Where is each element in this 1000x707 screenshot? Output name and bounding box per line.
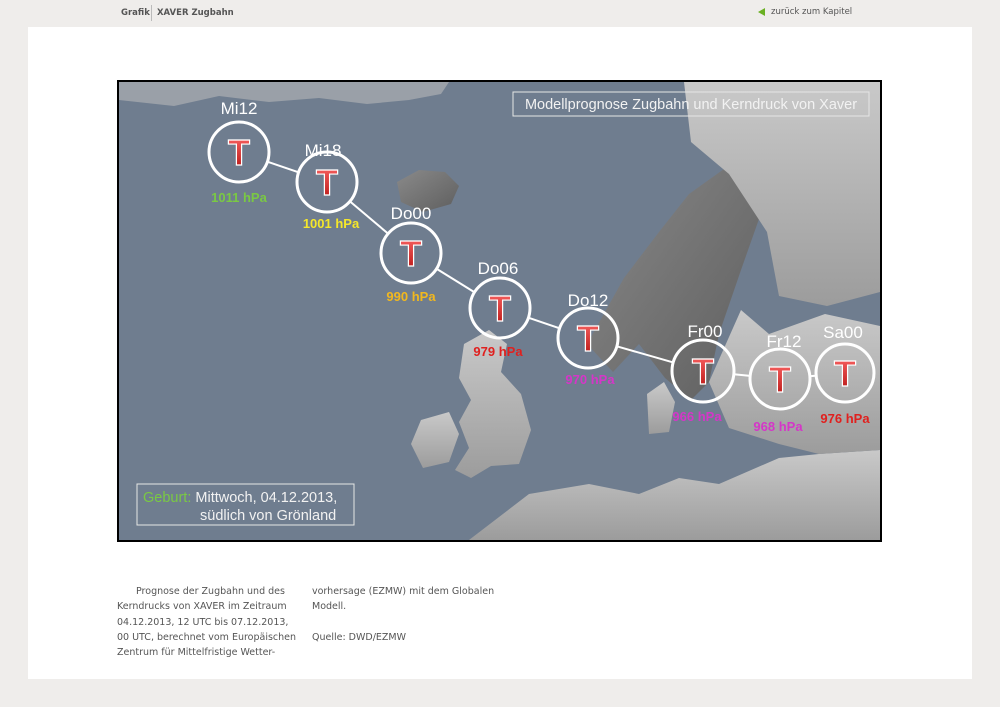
station-time-label: Sa00 xyxy=(823,323,863,342)
station-pressure-label: 990 hPa xyxy=(386,289,436,304)
station-pressure-label: 1011 hPa xyxy=(211,190,267,205)
low-pressure-icon: T xyxy=(692,351,714,392)
station-pressure-label: 966 hPa xyxy=(672,409,722,424)
breadcrumb-divider xyxy=(151,5,152,21)
breadcrumb-section: Grafik xyxy=(121,8,150,18)
low-pressure-icon: T xyxy=(769,359,791,400)
caption-left: Prognose der Zugbahn und des Kerndrucks … xyxy=(117,584,299,660)
map-title: Modellprognose Zugbahn und Kerndruck von… xyxy=(525,97,857,113)
map-svg: Modellprognose Zugbahn und Kerndruck von… xyxy=(119,82,880,540)
low-pressure-icon: T xyxy=(489,288,511,329)
station-time-label: Do06 xyxy=(478,259,519,278)
station-time-label: Do00 xyxy=(391,204,432,223)
station-time-label: Fr12 xyxy=(767,332,802,351)
birth-info-line2: südlich von Grönland xyxy=(200,508,336,524)
low-pressure-icon: T xyxy=(316,162,338,203)
top-bar: Grafik XAVER Zugbahn zurück zum Kapitel xyxy=(0,0,1000,26)
storm-track-map: Modellprognose Zugbahn und Kerndruck von… xyxy=(117,80,882,542)
station-pressure-label: 968 hPa xyxy=(753,419,803,434)
birth-info-line1: Geburt: Mittwoch, 04.12.2013, xyxy=(143,490,337,506)
caption-source: Quelle: DWD/EZMW xyxy=(312,631,407,643)
low-pressure-icon: T xyxy=(834,353,856,394)
caption-right-text: vorhersage (EZMW) mit dem Globalen Model… xyxy=(312,586,495,613)
back-arrow-icon xyxy=(758,8,765,16)
low-pressure-icon: T xyxy=(228,132,250,173)
station-pressure-label: 979 hPa xyxy=(473,344,523,359)
station-time-label: Mi18 xyxy=(305,141,342,160)
station-pressure-label: 970 hPa xyxy=(565,372,615,387)
back-to-chapter-link[interactable]: zurück zum Kapitel xyxy=(758,7,852,17)
station-time-label: Mi12 xyxy=(221,99,258,118)
station-pressure-label: 976 hPa xyxy=(820,411,870,426)
caption-right: vorhersage (EZMW) mit dem Globalen Model… xyxy=(312,584,507,645)
low-pressure-icon: T xyxy=(400,233,422,274)
breadcrumb-title: XAVER Zugbahn xyxy=(157,8,234,18)
station-pressure-label: 1001 hPa xyxy=(303,216,360,231)
back-link-label: zurück zum Kapitel xyxy=(771,7,853,17)
low-pressure-icon: T xyxy=(577,318,599,359)
caption-left-text: Prognose der Zugbahn und des Kerndrucks … xyxy=(117,586,297,659)
station-time-label: Fr00 xyxy=(688,322,723,341)
station-time-label: Do12 xyxy=(568,291,609,310)
